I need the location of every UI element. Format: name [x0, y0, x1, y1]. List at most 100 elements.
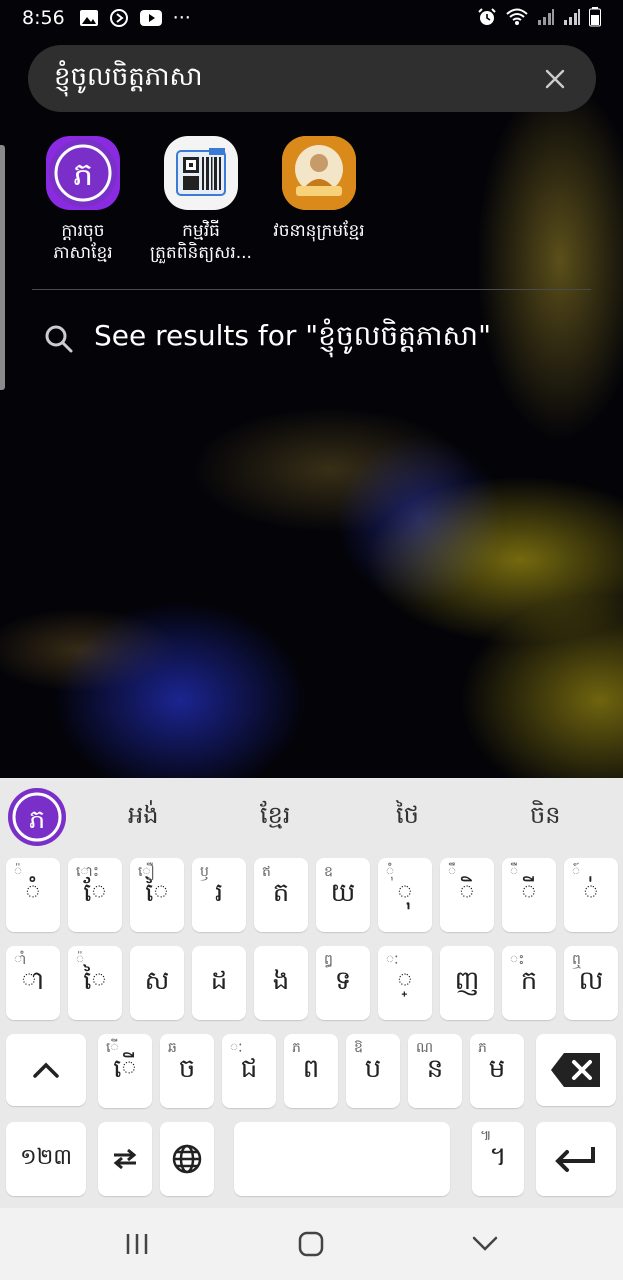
key-primary: ិ — [459, 878, 475, 908]
search-input[interactable]: ខ្ញុំចូលចិត្តភាសា — [54, 60, 540, 98]
key-row2-0[interactable]: ាំា — [6, 946, 60, 1020]
recent-apps-icon — [126, 1234, 148, 1254]
key-secondary: ឧ — [324, 864, 333, 880]
key-row2-7[interactable]: ញ — [440, 946, 494, 1020]
key-primary: ស — [144, 966, 170, 996]
keyboard-logo-button[interactable]: ភ — [8, 788, 66, 846]
key-row2-8[interactable]: ះក — [502, 946, 556, 1020]
numbers-key[interactable]: ១២៣ — [6, 1122, 86, 1196]
key-row1-9[interactable]: ៍់ — [564, 858, 618, 932]
sync-icon — [109, 8, 129, 28]
chevron-up-icon — [33, 1062, 59, 1078]
key-row1-0[interactable]: ៉ំ — [6, 858, 60, 932]
key-secondary: ឰ — [324, 952, 333, 968]
key-secondary: ៉ — [76, 952, 85, 968]
key-secondary: ឱ — [354, 1040, 363, 1056]
wifi-icon — [505, 7, 529, 32]
chevron-down-icon — [472, 1236, 498, 1251]
key-row1-1[interactable]: ោះែ — [68, 858, 122, 932]
key-row1-6[interactable]: ុំុ — [378, 858, 432, 932]
suggestion-item[interactable]: ខ្មែរ — [260, 800, 290, 835]
app-result-barcode-scanner[interactable]: កម្មវិធី ត្រួតពិនិត្យសរ... — [142, 136, 260, 264]
key-row2-3[interactable]: ដ — [192, 946, 246, 1020]
close-icon — [545, 69, 565, 88]
suggestion-item[interactable]: ថៃ — [396, 800, 419, 835]
key-secondary: ៈ — [230, 1040, 243, 1056]
key-primary: ល — [578, 966, 604, 996]
key-row2-6[interactable]: ៈ្ — [378, 946, 432, 1020]
status-time: 8:56 — [22, 7, 65, 29]
shift-key[interactable] — [6, 1034, 86, 1106]
key-secondary: ណ — [416, 1040, 434, 1056]
backspace-key[interactable] — [536, 1034, 616, 1106]
key-primary: ង — [272, 966, 290, 996]
key-row1-4[interactable]: ឥត — [254, 858, 308, 932]
key-primary: យ — [330, 878, 356, 908]
key-row2-4[interactable]: ង — [254, 946, 308, 1020]
globe-icon — [172, 1144, 202, 1174]
key-row2-9[interactable]: ឮល — [564, 946, 618, 1020]
wallpaper — [0, 0, 623, 780]
enter-key[interactable] — [536, 1122, 616, 1196]
key-secondary: ាំ — [14, 952, 27, 968]
key-primary: ំ — [25, 878, 41, 908]
key-primary: ់ — [583, 878, 599, 908]
key-primary: ុ — [397, 878, 413, 908]
see-results-row[interactable]: See results for "ខ្ញុំចូលចិត្តភាសា" — [44, 318, 491, 359]
search-icon — [45, 325, 73, 352]
key-secondary: ោះ — [76, 864, 99, 880]
app-label: វចនានុក្រមខ្មែរ — [273, 221, 365, 241]
key-row3-1[interactable]: ឆច — [160, 1034, 214, 1108]
key-row3-0[interactable]: ើើ — [98, 1034, 152, 1108]
key-row2-5[interactable]: ឰទ — [316, 946, 370, 1020]
app-result-khmer-dictionary[interactable]: វចនានុក្រមខ្មែរ — [260, 136, 378, 264]
key-primary: ម — [488, 1054, 506, 1084]
status-right-icons — [477, 7, 601, 32]
key-row3-3[interactable]: ភព — [284, 1034, 338, 1108]
suggestion-item[interactable]: ចិន — [530, 800, 560, 835]
key-row1-8[interactable]: ឺី — [502, 858, 556, 932]
search-bar[interactable]: ខ្ញុំចូលចិត្តភាសា — [28, 45, 596, 112]
key-row1-5[interactable]: ឧយ — [316, 858, 370, 932]
clear-search-button[interactable] — [540, 64, 570, 94]
key-primary: ប — [364, 1054, 382, 1084]
space-key[interactable] — [234, 1122, 450, 1196]
key-primary: រ — [214, 878, 224, 908]
key-row2-2[interactable]: ស — [130, 946, 184, 1020]
app-result-khmer-keyboard[interactable]: ភ ក្ដារចុច ភាសាខ្មែរ — [24, 136, 142, 264]
home-button[interactable] — [291, 1226, 331, 1262]
key-row2-1[interactable]: ៉ៃ — [68, 946, 122, 1020]
key-row1-3[interactable]: ឫរ — [192, 858, 246, 932]
key-secondary: ើ — [106, 1040, 119, 1056]
swap-arrows-icon — [113, 1148, 137, 1170]
key-primary: ជ — [240, 1054, 258, 1084]
recent-apps-button[interactable] — [117, 1226, 157, 1262]
key-row3-6[interactable]: ភម — [470, 1034, 524, 1108]
key-secondary: ភ — [292, 1040, 301, 1056]
globe-key[interactable] — [160, 1122, 214, 1196]
divider — [32, 289, 591, 290]
suggestion-item[interactable]: អង់ — [128, 800, 158, 835]
khan-key[interactable]: ៕ ។ — [472, 1122, 524, 1196]
key-row3-4[interactable]: ឱប — [346, 1034, 400, 1108]
enter-icon — [555, 1147, 595, 1172]
key-row3-2[interactable]: ៈជ — [222, 1034, 276, 1108]
key-secondary: ឆ — [168, 1040, 177, 1056]
key-row1-7[interactable]: ឹិ — [440, 858, 494, 932]
key-secondary: ឥ — [262, 864, 271, 880]
key-primary: ញ — [454, 966, 480, 996]
monk-portrait-icon — [282, 136, 356, 210]
key-primary: ច — [178, 1054, 196, 1084]
key-primary: ។ — [489, 1142, 507, 1172]
app-results: ភ ក្ដារចុច ភាសាខ្មែរ កម្មវិធី ត្រួតពិនិត… — [24, 136, 378, 264]
key-row3-5[interactable]: ណន — [408, 1034, 462, 1108]
numbers-key-label: ១២៣ — [19, 1145, 73, 1170]
alarm-icon — [477, 7, 497, 32]
youtube-icon — [139, 9, 163, 27]
keyboard: ភ អង់ ខ្មែរ ថៃ ចិន ៉ំោះែឿៃឫរឥតឧយុំុឹិឺី៍… — [0, 778, 623, 1208]
see-results-label: See results for "ខ្ញុំចូលចិត្តភាសា" — [94, 319, 491, 352]
language-switch-key[interactable] — [98, 1122, 152, 1196]
edge-panel-handle[interactable] — [0, 145, 5, 390]
back-button[interactable] — [465, 1226, 505, 1262]
key-row1-2[interactable]: ឿៃ — [130, 858, 184, 932]
